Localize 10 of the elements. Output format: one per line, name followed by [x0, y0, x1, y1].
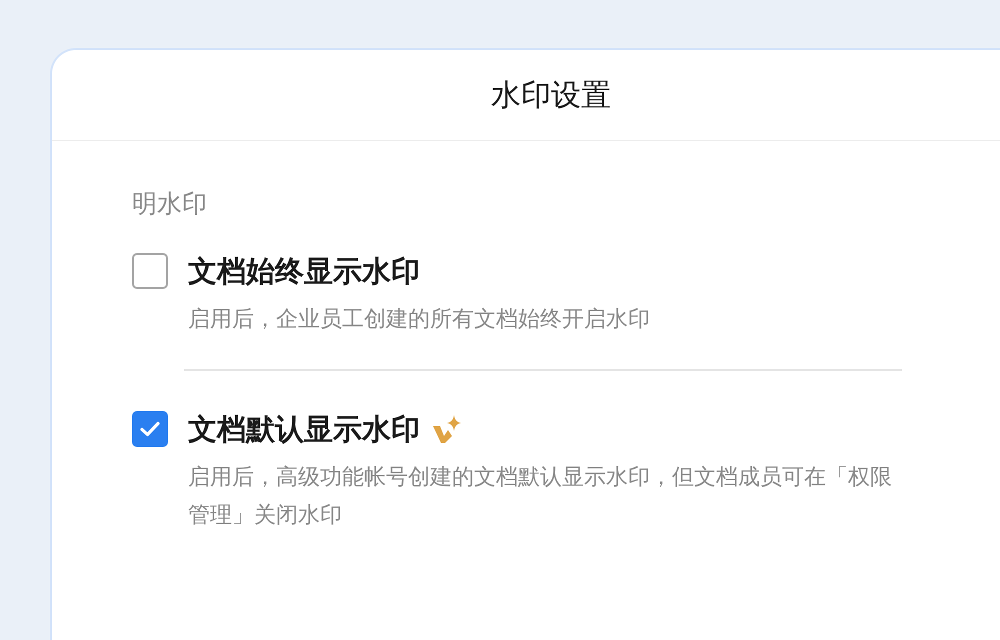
option-description: 启用后，高级功能帐号创建的文档默认显示水印，但文档成员可在「权限管理」关闭水印 — [188, 464, 893, 530]
option-description: 启用后，企业员工创建的所有文档始终开启水印 — [188, 306, 651, 334]
option-title: 文档始终显示水印 — [188, 253, 420, 290]
checkbox[interactable] — [132, 253, 168, 289]
checkbox[interactable] — [132, 411, 168, 447]
premium-sparkle-icon — [432, 414, 462, 444]
section-label: 明水印 — [132, 188, 208, 220]
dialog-title: 水印设置 — [491, 76, 611, 114]
check-icon — [140, 421, 160, 437]
option-title: 文档默认显示水印 — [188, 411, 420, 448]
